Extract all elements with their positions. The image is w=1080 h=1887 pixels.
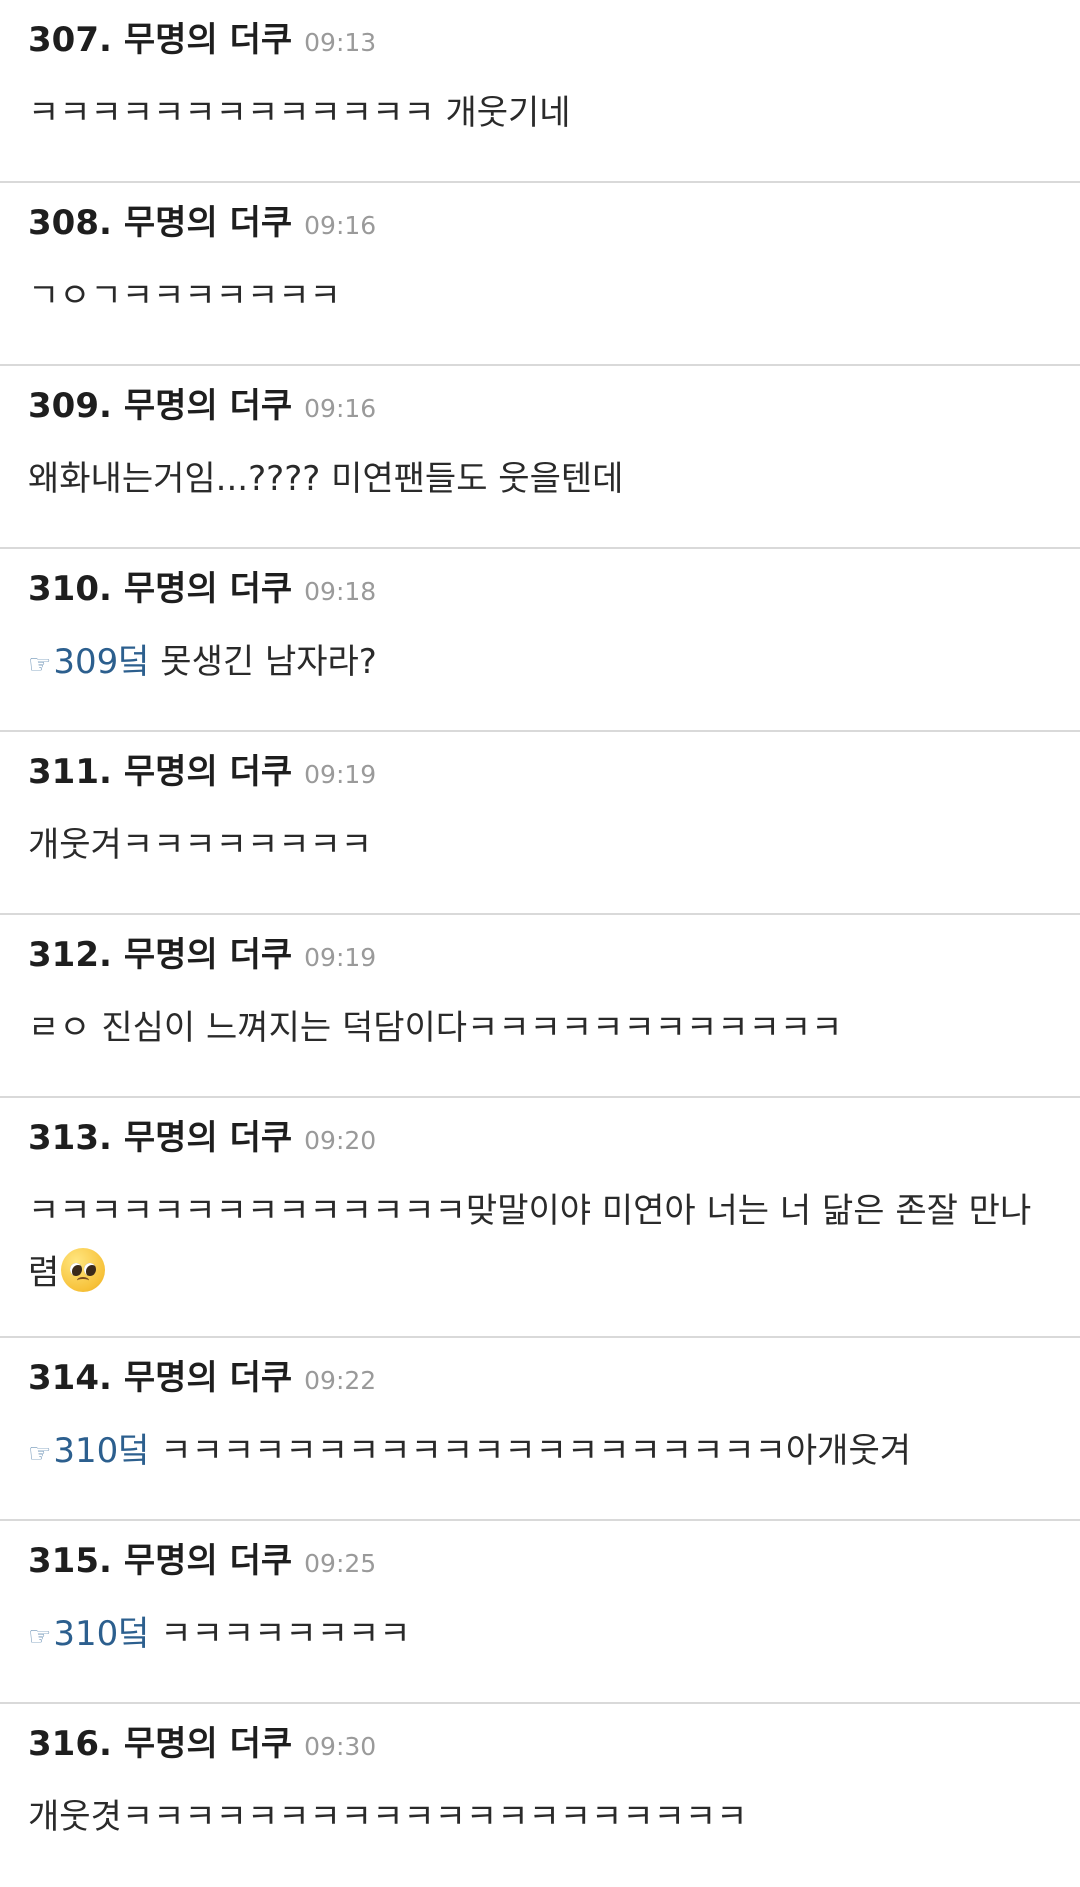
pointing-hand-icon: ☞ xyxy=(28,1622,52,1652)
comment-author: 무명의 더쿠 xyxy=(123,203,293,243)
comment-header: 308. 무명의 더쿠 09:16 xyxy=(28,203,1052,243)
comment-item: 310. 무명의 더쿠 09:18 ☞309덬 못생긴 남자라? xyxy=(0,549,1080,732)
comment-header: 311. 무명의 더쿠 09:19 xyxy=(28,752,1052,792)
comment-header: 307. 무명의 더쿠 09:13 xyxy=(28,20,1052,60)
comment-item: 315. 무명의 더쿠 09:25 ☞310덬 ㅋㅋㅋㅋㅋㅋㅋㅋ xyxy=(0,1521,1080,1704)
comment-author: 무명의 더쿠 xyxy=(123,752,293,792)
comment-number[interactable]: 315. xyxy=(28,1541,112,1581)
comment-text: ㅋㅋㅋㅋㅋㅋㅋㅋㅋㅋㅋㅋㅋ 개웃기네 xyxy=(28,93,571,133)
comment-body: ㅋㅋㅋㅋㅋㅋㅋㅋㅋㅋㅋㅋㅋㅋ맞말이야 미연아 너는 너 닮은 존잘 만나렴 xyxy=(28,1180,1052,1304)
comment-number[interactable]: 316. xyxy=(28,1724,112,1764)
comment-text: 왜화내는거임...???? 미연팬들도 웃을텐데 xyxy=(28,459,624,499)
comment-item: 312. 무명의 더쿠 09:19 ㄹㅇ 진심이 느껴지는 덕담이다ㅋㅋㅋㅋㅋㅋㅋㅋ… xyxy=(0,915,1080,1098)
comment-item: 316. 무명의 더쿠 09:30 개웃겻ㅋㅋㅋㅋㅋㅋㅋㅋㅋㅋㅋㅋㅋㅋㅋㅋㅋㅋㅋㅋ xyxy=(0,1704,1080,1887)
comment-number[interactable]: 313. xyxy=(28,1118,112,1158)
reply-link[interactable]: 310덬 xyxy=(53,1614,149,1654)
comment-body: ☞309덬 못생긴 남자라? xyxy=(28,631,1052,696)
comment-number[interactable]: 308. xyxy=(28,203,112,243)
comment-header: 313. 무명의 더쿠 09:20 xyxy=(28,1118,1052,1158)
comment-text: ㅋㅋㅋㅋㅋㅋㅋㅋ xyxy=(149,1614,411,1654)
comment-author: 무명의 더쿠 xyxy=(123,569,293,609)
comment-number[interactable]: 309. xyxy=(28,386,112,426)
pointing-hand-icon: ☞ xyxy=(28,650,52,680)
comment-number[interactable]: 312. xyxy=(28,935,112,975)
comment-body: 개웃겨ㅋㅋㅋㅋㅋㅋㅋㅋ xyxy=(28,814,1052,876)
pleading-face-emoji-icon xyxy=(61,1248,106,1292)
reply-link[interactable]: 310덬 xyxy=(53,1431,149,1471)
comment-header: 314. 무명의 더쿠 09:22 xyxy=(28,1358,1052,1398)
comment-header: 309. 무명의 더쿠 09:16 xyxy=(28,386,1052,426)
comment-time: 09:16 xyxy=(304,211,377,240)
comment-item: 314. 무명의 더쿠 09:22 ☞310덬 ㅋㅋㅋㅋㅋㅋㅋㅋㅋㅋㅋㅋㅋㅋㅋㅋㅋㅋ… xyxy=(0,1338,1080,1521)
comment-item: 308. 무명의 더쿠 09:16 ㄱㅇㄱㅋㅋㅋㅋㅋㅋㅋ xyxy=(0,183,1080,366)
comment-time: 09:25 xyxy=(304,1549,377,1578)
comment-text: 개웃겻ㅋㅋㅋㅋㅋㅋㅋㅋㅋㅋㅋㅋㅋㅋㅋㅋㅋㅋㅋㅋ xyxy=(28,1797,748,1837)
comment-author: 무명의 더쿠 xyxy=(123,935,293,975)
comment-number[interactable]: 310. xyxy=(28,569,112,609)
comment-item: 307. 무명의 더쿠 09:13 ㅋㅋㅋㅋㅋㅋㅋㅋㅋㅋㅋㅋㅋ 개웃기네 xyxy=(0,0,1080,183)
comment-time: 09:13 xyxy=(304,28,377,57)
comment-text: ㄱㅇㄱㅋㅋㅋㅋㅋㅋㅋ xyxy=(28,276,341,316)
comment-text: ㅋㅋㅋㅋㅋㅋㅋㅋㅋㅋㅋㅋㅋㅋ맞말이야 미연아 너는 너 닮은 존잘 만나렴 xyxy=(28,1191,1032,1293)
comment-time: 09:30 xyxy=(304,1732,377,1761)
comment-item: 313. 무명의 더쿠 09:20 ㅋㅋㅋㅋㅋㅋㅋㅋㅋㅋㅋㅋㅋㅋ맞말이야 미연아 너… xyxy=(0,1098,1080,1338)
comment-body: ㄱㅇㄱㅋㅋㅋㅋㅋㅋㅋ xyxy=(28,265,1052,327)
comment-author: 무명의 더쿠 xyxy=(123,1118,293,1158)
comment-item: 311. 무명의 더쿠 09:19 개웃겨ㅋㅋㅋㅋㅋㅋㅋㅋ xyxy=(0,732,1080,915)
comment-author: 무명의 더쿠 xyxy=(123,20,293,60)
comment-time: 09:20 xyxy=(304,1126,377,1155)
comment-author: 무명의 더쿠 xyxy=(123,1541,293,1581)
comment-time: 09:16 xyxy=(304,394,377,423)
comment-text: 못생긴 남자라? xyxy=(149,642,377,682)
comment-body: 왜화내는거임...???? 미연팬들도 웃을텐데 xyxy=(28,448,1052,510)
comment-thread: 307. 무명의 더쿠 09:13 ㅋㅋㅋㅋㅋㅋㅋㅋㅋㅋㅋㅋㅋ 개웃기네 308. 무… xyxy=(0,0,1080,1887)
comment-body: 개웃겻ㅋㅋㅋㅋㅋㅋㅋㅋㅋㅋㅋㅋㅋㅋㅋㅋㅋㅋㅋㅋ xyxy=(28,1786,1052,1848)
comment-body: ☞310덬 ㅋㅋㅋㅋㅋㅋㅋㅋ xyxy=(28,1603,1052,1668)
comment-number[interactable]: 307. xyxy=(28,20,112,60)
comment-number[interactable]: 311. xyxy=(28,752,112,792)
reply-link[interactable]: 309덬 xyxy=(53,642,149,682)
comment-header: 310. 무명의 더쿠 09:18 xyxy=(28,569,1052,609)
comment-header: 316. 무명의 더쿠 09:30 xyxy=(28,1724,1052,1764)
comment-author: 무명의 더쿠 xyxy=(123,386,293,426)
comment-item: 309. 무명의 더쿠 09:16 왜화내는거임...???? 미연팬들도 웃을텐데 xyxy=(0,366,1080,549)
comment-author: 무명의 더쿠 xyxy=(123,1724,293,1764)
comment-body: ㅋㅋㅋㅋㅋㅋㅋㅋㅋㅋㅋㅋㅋ 개웃기네 xyxy=(28,82,1052,144)
comment-text: ㅋㅋㅋㅋㅋㅋㅋㅋㅋㅋㅋㅋㅋㅋㅋㅋㅋㅋㅋㅋ아개웃겨 xyxy=(149,1431,912,1471)
comment-time: 09:22 xyxy=(304,1366,377,1395)
comment-body: ㄹㅇ 진심이 느껴지는 덕담이다ㅋㅋㅋㅋㅋㅋㅋㅋㅋㅋㅋㅋ xyxy=(28,997,1052,1059)
comment-header: 315. 무명의 더쿠 09:25 xyxy=(28,1541,1052,1581)
comment-body: ☞310덬 ㅋㅋㅋㅋㅋㅋㅋㅋㅋㅋㅋㅋㅋㅋㅋㅋㅋㅋㅋㅋ아개웃겨 xyxy=(28,1420,1052,1485)
comment-author: 무명의 더쿠 xyxy=(123,1358,293,1398)
comment-time: 09:19 xyxy=(304,943,377,972)
comment-text: 개웃겨ㅋㅋㅋㅋㅋㅋㅋㅋ xyxy=(28,825,373,865)
comment-header: 312. 무명의 더쿠 09:19 xyxy=(28,935,1052,975)
comment-text: ㄹㅇ 진심이 느껴지는 덕담이다ㅋㅋㅋㅋㅋㅋㅋㅋㅋㅋㅋㅋ xyxy=(28,1008,843,1048)
pointing-hand-icon: ☞ xyxy=(28,1439,52,1469)
comment-time: 09:19 xyxy=(304,760,377,789)
comment-time: 09:18 xyxy=(304,577,377,606)
comment-number[interactable]: 314. xyxy=(28,1358,112,1398)
